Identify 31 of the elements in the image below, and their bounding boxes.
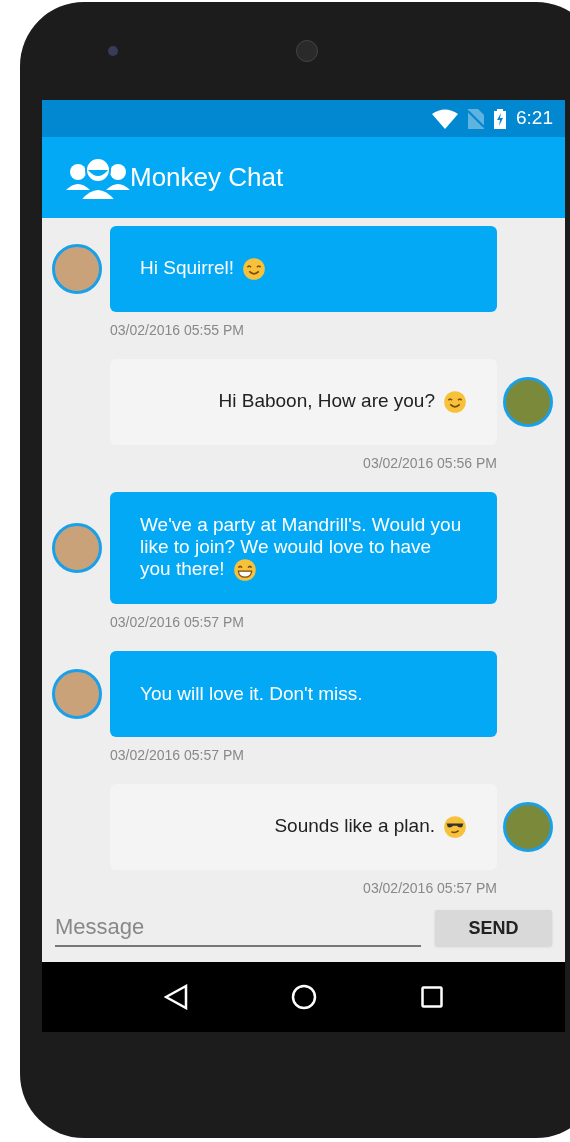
- avatar-photo-placeholder: [52, 669, 102, 719]
- message-timestamp: 03/02/2016 05:57 PM: [110, 746, 245, 765]
- battery-charging-icon: [494, 108, 506, 129]
- recent-apps-icon[interactable]: [421, 986, 444, 1008]
- sunglasses-face-icon: [443, 815, 467, 839]
- message-input-field[interactable]: Message: [55, 909, 422, 947]
- avatar-photo-placeholder: [503, 802, 553, 852]
- wifi-icon: [432, 108, 458, 129]
- send-button[interactable]: SEND: [435, 910, 552, 946]
- smiling-face-icon: [443, 390, 467, 414]
- no-sim-icon: [468, 108, 484, 129]
- message-bubble: Hi Baboon, How are you?: [110, 359, 497, 445]
- status-time: 6:21: [516, 106, 553, 131]
- avatar-photo-placeholder: [503, 377, 553, 427]
- speaker-icon: [296, 40, 318, 62]
- back-icon[interactable]: [163, 984, 188, 1010]
- message-timestamp: 03/02/2016 05:57 PM: [362, 879, 497, 894]
- message-timestamp: 03/02/2016 05:57 PM: [110, 613, 245, 632]
- message-timestamp: 03/02/2016 05:55 PM: [110, 321, 245, 340]
- avatar-photo-placeholder: [52, 244, 102, 294]
- message-timestamp: 03/02/2016 05:56 PM: [362, 454, 497, 473]
- message-bubble: Sounds like a plan.: [110, 784, 497, 870]
- message-bubble: We've a party at Mandrill's. Would you like to join? We would love to have you there!: [110, 492, 497, 604]
- grinning-face-icon: [232, 558, 257, 582]
- smiling-face-icon: [242, 257, 266, 281]
- home-icon[interactable]: [291, 984, 318, 1010]
- camera-icon: [108, 46, 118, 56]
- app-title: Monkey Chat: [130, 161, 284, 194]
- message-bubble: Hi Squirrel!: [110, 226, 497, 312]
- message-bubble: You will love it. Don't miss.: [110, 651, 497, 737]
- avatar-photo-placeholder: [52, 523, 102, 573]
